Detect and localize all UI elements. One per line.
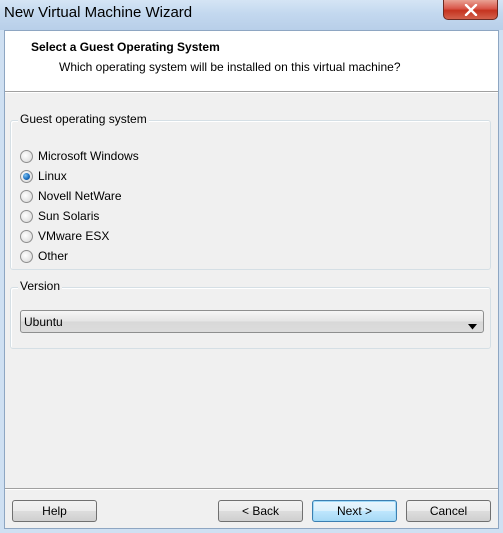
close-button[interactable] <box>443 0 498 20</box>
radio-button[interactable] <box>20 229 33 243</box>
header-divider <box>5 92 498 93</box>
page-subtitle: Which operating system will be installed… <box>59 60 401 74</box>
wizard-header: Select a Guest Operating System Which op… <box>5 31 498 92</box>
guest-os-group: Guest operating system Microsoft Windows… <box>10 112 491 270</box>
radio-button-selected[interactable] <box>20 169 33 183</box>
radio-button[interactable] <box>20 189 33 203</box>
version-group: Version Ubuntu <box>10 279 491 349</box>
radio-label: Other <box>38 249 69 263</box>
chevron-down-icon <box>468 319 477 333</box>
version-selected-value: Ubuntu <box>24 314 63 329</box>
cancel-button[interactable]: Cancel <box>406 500 491 522</box>
radio-other[interactable]: Other <box>20 247 68 265</box>
radio-button[interactable] <box>20 209 33 223</box>
radio-label: VMware ESX <box>38 229 110 243</box>
window-title: New Virtual Machine Wizard <box>4 4 193 21</box>
radio-microsoft-windows[interactable]: Microsoft Windows <box>20 147 139 165</box>
guest-os-group-label: Guest operating system <box>18 112 149 126</box>
radio-sun-solaris[interactable]: Sun Solaris <box>20 207 99 225</box>
radio-label: Microsoft Windows <box>38 149 139 163</box>
wizard-client-area: Select a Guest Operating System Which op… <box>4 30 499 529</box>
radio-novell-netware[interactable]: Novell NetWare <box>20 187 122 205</box>
back-button[interactable]: < Back <box>218 500 303 522</box>
page-title: Select a Guest Operating System <box>31 40 220 54</box>
version-group-label: Version <box>18 279 63 293</box>
radio-button[interactable] <box>20 149 33 163</box>
footer-divider <box>5 488 498 490</box>
radio-button[interactable] <box>20 249 33 263</box>
version-select[interactable]: Ubuntu <box>20 310 484 333</box>
help-button[interactable]: Help <box>12 500 97 522</box>
radio-label: Novell NetWare <box>38 189 122 203</box>
title-bar[interactable]: New Virtual Machine Wizard <box>0 0 503 30</box>
close-icon <box>464 3 478 16</box>
radio-vmware-esx[interactable]: VMware ESX <box>20 227 109 245</box>
radio-label: Linux <box>38 169 67 183</box>
radio-linux[interactable]: Linux <box>20 167 67 185</box>
radio-selected-dot <box>23 172 30 180</box>
next-button[interactable]: Next > <box>312 500 397 522</box>
radio-label: Sun Solaris <box>38 209 100 223</box>
